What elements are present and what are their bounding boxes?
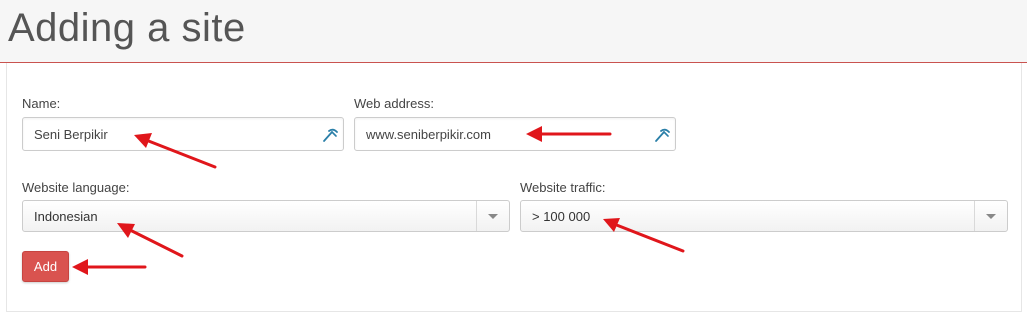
traffic-select[interactable]: > 100 000 xyxy=(520,200,1008,232)
traffic-label: Website traffic: xyxy=(520,180,606,195)
name-input-value: Seni Berpikir xyxy=(34,127,108,142)
language-dropdown-toggle[interactable] xyxy=(476,201,509,231)
form-panel xyxy=(6,63,1022,312)
web-address-input[interactable]: www.seniberpikir.com xyxy=(354,117,676,151)
language-select-value: Indonesian xyxy=(34,209,98,224)
language-select[interactable]: Indonesian xyxy=(22,200,510,232)
page-title: Adding a site xyxy=(8,6,246,50)
edit-icon[interactable] xyxy=(653,126,671,144)
page-header: Adding a site xyxy=(0,0,1027,63)
web-address-label: Web address: xyxy=(354,96,434,111)
page: Adding a site Name: Seni Berpikir Web ad… xyxy=(0,0,1027,313)
web-address-input-value: www.seniberpikir.com xyxy=(366,127,491,142)
chevron-down-icon xyxy=(488,214,498,219)
chevron-down-icon xyxy=(986,214,996,219)
name-input[interactable]: Seni Berpikir xyxy=(22,117,344,151)
traffic-select-value: > 100 000 xyxy=(532,209,591,224)
edit-icon[interactable] xyxy=(321,126,339,144)
language-label: Website language: xyxy=(22,180,130,195)
add-button[interactable]: Add xyxy=(22,251,69,282)
name-label: Name: xyxy=(22,96,61,111)
traffic-dropdown-toggle[interactable] xyxy=(974,201,1007,231)
